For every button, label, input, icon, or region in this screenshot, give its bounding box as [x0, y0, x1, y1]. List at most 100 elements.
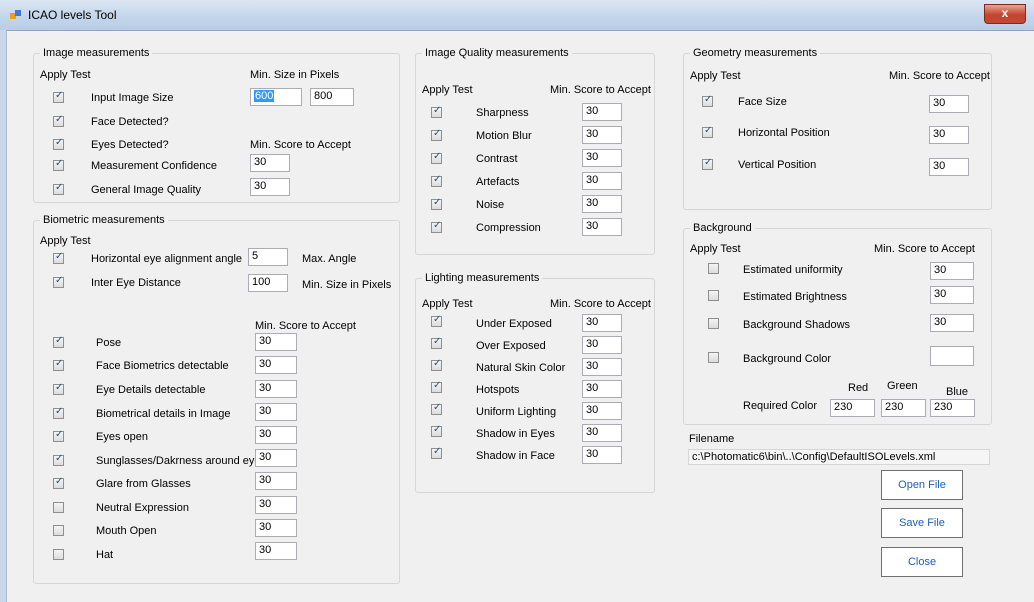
eye-alignment-input[interactable]: 5 — [248, 248, 288, 266]
motion-blur-input[interactable]: 30 — [582, 126, 622, 144]
face-size-input[interactable]: 30 — [929, 95, 969, 113]
background-color-checkbox[interactable] — [708, 352, 719, 363]
face-biometrics-input[interactable]: 30 — [255, 356, 297, 374]
neutral-expression-input[interactable]: 30 — [255, 496, 297, 514]
horizontal-position-checkbox[interactable] — [702, 125, 713, 138]
contrast-checkbox[interactable] — [431, 151, 442, 164]
glare-input[interactable]: 30 — [255, 472, 297, 490]
eye-alignment-label: Horizontal eye alignment angle — [91, 253, 243, 265]
estimated-uniformity-checkbox[interactable] — [708, 263, 719, 274]
eye-details-input[interactable]: 30 — [255, 380, 297, 398]
eye-details-checkbox[interactable] — [53, 382, 64, 395]
sunglasses-input[interactable]: 30 — [255, 449, 297, 467]
inter-eye-distance-checkbox[interactable] — [53, 275, 64, 288]
glare-label: Glare from Glasses — [96, 478, 191, 490]
neutral-expression-checkbox[interactable] — [53, 502, 64, 513]
geometry-group: Geometry measurements Apply Test Min. Sc… — [683, 47, 992, 210]
apply-test-header: Apply Test — [40, 235, 91, 247]
mouth-open-checkbox[interactable] — [53, 525, 64, 536]
noise-checkbox[interactable] — [431, 197, 442, 210]
window-close-button[interactable]: x — [984, 4, 1026, 24]
compression-input[interactable]: 30 — [582, 218, 622, 236]
contrast-input[interactable]: 30 — [582, 149, 622, 167]
background-shadows-input[interactable]: 30 — [930, 314, 974, 332]
horizontal-position-input[interactable]: 30 — [929, 126, 969, 144]
close-button[interactable]: Close — [881, 547, 963, 577]
under-exposed-checkbox[interactable] — [431, 314, 442, 327]
background-shadows-checkbox[interactable] — [708, 318, 719, 329]
sharpness-input[interactable]: 30 — [582, 103, 622, 121]
compression-checkbox[interactable] — [431, 220, 442, 233]
background-color-label: Background Color — [743, 353, 832, 365]
filename-field: c:\Photomatic6\bin\..\Config\DefaultISOL… — [688, 449, 990, 465]
face-detected-label: Face Detected? — [91, 116, 169, 128]
natural-skin-color-checkbox[interactable] — [431, 358, 442, 371]
measurement-confidence-input[interactable]: 30 — [250, 154, 290, 172]
vertical-position-checkbox[interactable] — [702, 157, 713, 170]
motion-blur-checkbox[interactable] — [431, 128, 442, 141]
shadow-in-eyes-input[interactable]: 30 — [582, 424, 622, 442]
blue-input[interactable]: 230 — [930, 399, 975, 417]
pose-label: Pose — [96, 337, 122, 349]
uniform-lighting-label: Uniform Lighting — [476, 406, 557, 418]
face-detected-checkbox[interactable] — [53, 114, 64, 127]
eye-alignment-checkbox[interactable] — [53, 251, 64, 264]
estimated-brightness-input[interactable]: 30 — [930, 286, 974, 304]
background-title: Background — [690, 222, 755, 234]
sharpness-checkbox[interactable] — [431, 105, 442, 118]
image-height-input[interactable]: 800 — [310, 88, 354, 106]
min-score-header: Min. Score to Accept — [255, 320, 356, 332]
save-file-button[interactable]: Save File — [881, 508, 963, 538]
shadow-in-eyes-checkbox[interactable] — [431, 424, 442, 437]
pose-checkbox[interactable] — [53, 335, 64, 348]
general-image-quality-checkbox[interactable] — [53, 182, 64, 195]
noise-input[interactable]: 30 — [582, 195, 622, 213]
green-input[interactable]: 230 — [881, 399, 926, 417]
filename-label: Filename — [689, 433, 735, 445]
inter-eye-distance-input[interactable]: 100 — [248, 274, 288, 292]
general-image-quality-label: General Image Quality — [91, 184, 202, 196]
min-score-header: Min. Score to Accept — [874, 243, 975, 255]
face-biometrics-checkbox[interactable] — [53, 358, 64, 371]
vertical-position-input[interactable]: 30 — [929, 158, 969, 176]
hat-checkbox[interactable] — [53, 549, 64, 560]
hat-input[interactable]: 30 — [255, 542, 297, 560]
eyes-detected-checkbox[interactable] — [53, 137, 64, 150]
shadow-in-face-checkbox[interactable] — [431, 446, 442, 459]
face-size-checkbox[interactable] — [702, 94, 713, 107]
blue-label: Blue — [946, 386, 969, 398]
general-image-quality-input[interactable]: 30 — [250, 178, 290, 196]
artefacts-input[interactable]: 30 — [582, 172, 622, 190]
mouth-open-label: Mouth Open — [96, 525, 157, 537]
background-color-swatch[interactable] — [930, 346, 974, 366]
mouth-open-input[interactable]: 30 — [255, 519, 297, 537]
hotspots-checkbox[interactable] — [431, 380, 442, 393]
image-width-input[interactable]: 600 — [250, 88, 302, 106]
biometrical-details-input[interactable]: 30 — [255, 403, 297, 421]
uniform-lighting-input[interactable]: 30 — [582, 402, 622, 420]
input-image-size-label: Input Image Size — [91, 92, 174, 104]
estimated-uniformity-input[interactable]: 30 — [930, 262, 974, 280]
eyes-open-checkbox[interactable] — [53, 429, 64, 442]
artefacts-checkbox[interactable] — [431, 174, 442, 187]
pose-input[interactable]: 30 — [255, 333, 297, 351]
estimated-brightness-checkbox[interactable] — [708, 290, 719, 301]
biometrical-details-checkbox[interactable] — [53, 406, 64, 419]
background-group: Background Apply Test Min. Score to Acce… — [683, 222, 992, 425]
min-score-header: Min. Score to Accept — [250, 139, 351, 151]
under-exposed-input[interactable]: 30 — [582, 314, 622, 332]
natural-skin-color-input[interactable]: 30 — [582, 358, 622, 376]
uniform-lighting-checkbox[interactable] — [431, 402, 442, 415]
measurement-confidence-checkbox[interactable] — [53, 158, 64, 171]
shadow-in-face-input[interactable]: 30 — [582, 446, 622, 464]
sunglasses-checkbox[interactable] — [53, 453, 64, 466]
glare-checkbox[interactable] — [53, 476, 64, 489]
min-score-header: Min. Score to Accept — [550, 84, 651, 96]
hotspots-input[interactable]: 30 — [582, 380, 622, 398]
over-exposed-checkbox[interactable] — [431, 336, 442, 349]
over-exposed-input[interactable]: 30 — [582, 336, 622, 354]
input-image-size-checkbox[interactable] — [53, 90, 64, 103]
open-file-button[interactable]: Open File — [881, 470, 963, 500]
eyes-open-input[interactable]: 30 — [255, 426, 297, 444]
red-input[interactable]: 230 — [830, 399, 875, 417]
